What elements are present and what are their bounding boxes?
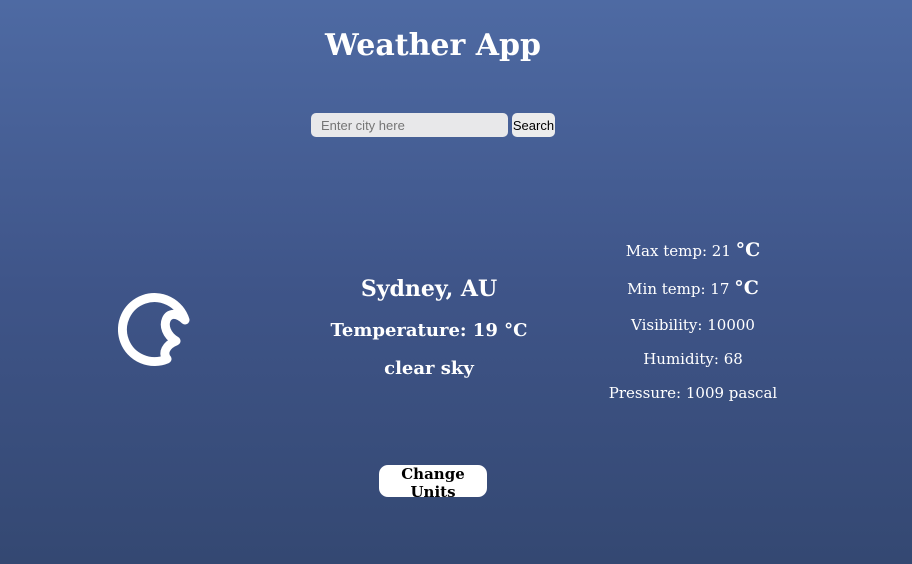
max-temp-unit: °C <box>735 239 761 261</box>
search-button[interactable]: Search <box>512 113 555 137</box>
min-temp-unit: °C <box>734 277 759 299</box>
min-temp-label: Min temp: 17 <box>627 280 730 298</box>
current-temperature: Temperature: 19 °C <box>330 320 528 341</box>
min-temp: Min temp: 17 °C <box>593 276 793 300</box>
max-temp-label: Max temp: 21 <box>625 242 731 260</box>
pressure: Pressure: 1009 pascal <box>608 384 778 402</box>
city-name: Sydney, AU <box>360 276 498 302</box>
app-title: Weather App <box>324 28 541 63</box>
max-temp: Max temp: 21 °C <box>593 238 793 262</box>
moon-icon <box>118 293 190 367</box>
change-units-button[interactable]: Change Units <box>379 465 487 501</box>
city-search-input[interactable] <box>311 113 508 137</box>
humidity: Humidity: 68 <box>643 350 743 368</box>
search-bar: Search <box>311 113 555 137</box>
current-weather: Sydney, AU Temperature: 19 °C clear sky <box>329 274 529 381</box>
visibility: Visibility: 10000 <box>631 316 755 334</box>
weather-description: clear sky <box>384 358 474 379</box>
